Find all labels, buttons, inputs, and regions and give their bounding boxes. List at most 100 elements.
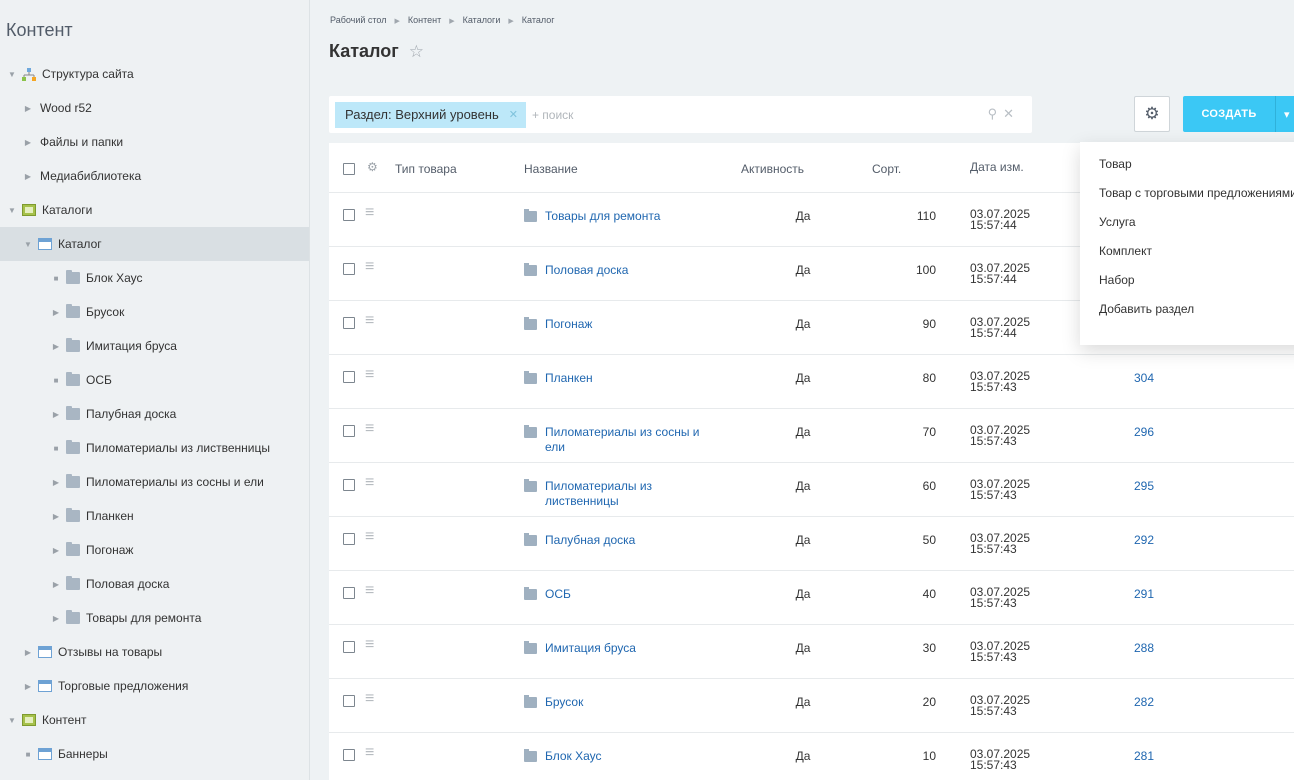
row-name[interactable]: Имитация бруса <box>545 641 636 656</box>
row-name-link[interactable]: Палубная доска <box>524 533 714 548</box>
menu-item[interactable]: Добавить раздел <box>1080 295 1294 324</box>
row-name-link[interactable]: Пиломатериалы из сосны и ели <box>524 425 714 455</box>
chevron-down-icon[interactable]: ▼ <box>6 206 18 215</box>
drag-handle-icon[interactable]: ≡ <box>365 636 374 654</box>
row-id-link[interactable]: 292 <box>1134 533 1154 547</box>
chevron-right-icon[interactable]: ▶ <box>50 410 62 419</box>
sidebar-item[interactable]: ■ ОСБ <box>0 363 309 397</box>
star-icon[interactable]: ☆ <box>409 42 424 62</box>
table-row[interactable]: ≡ Брусок Да 20 03.07.2025 15:57:43 282 <box>329 679 1294 733</box>
clear-icon[interactable]: ✕ <box>1003 106 1020 121</box>
row-name-link[interactable]: Имитация бруса <box>524 641 714 656</box>
sidebar-item[interactable]: ▶ Палубная доска <box>0 397 309 431</box>
settings-button[interactable]: ⚙ <box>1134 96 1170 132</box>
breadcrumb-link[interactable]: Рабочий стол <box>330 15 387 25</box>
create-button[interactable]: СОЗДАТЬ <box>1183 96 1275 132</box>
header-name[interactable]: Название <box>524 162 714 177</box>
table-row[interactable]: ≡ Пиломатериалы из лиственницы Да 60 03.07.2… <box>329 463 1294 517</box>
chevron-right-icon[interactable]: ▶ <box>50 308 62 317</box>
sidebar-item[interactable]: ▶ Отзывы на товары <box>0 635 309 669</box>
header-type[interactable]: Тип товара <box>395 162 457 176</box>
sidebar-item[interactable]: ▼ Структура сайта <box>0 57 309 91</box>
select-all-checkbox[interactable] <box>343 163 355 178</box>
row-checkbox[interactable] <box>343 533 355 548</box>
row-name-link[interactable]: Блок Хаус <box>524 749 714 764</box>
row-name[interactable]: Блок Хаус <box>545 749 602 764</box>
menu-item[interactable]: Комплект <box>1080 237 1294 266</box>
bullet-icon[interactable]: ■ <box>50 444 62 453</box>
sidebar-item[interactable]: ■ Баннеры <box>0 737 309 771</box>
sidebar-item[interactable]: ▼ Каталоги <box>0 193 309 227</box>
breadcrumb-link[interactable]: Каталог <box>522 15 555 25</box>
bullet-icon[interactable]: ■ <box>22 750 34 759</box>
row-checkbox[interactable] <box>343 695 355 710</box>
header-date[interactable]: Дата изм. <box>970 161 1024 173</box>
header-sort[interactable]: Сорт. <box>872 162 901 176</box>
row-checkbox[interactable] <box>343 263 355 278</box>
row-id-link[interactable]: 296 <box>1134 425 1154 439</box>
sidebar-item[interactable]: ▶ Товары для ремонта <box>0 601 309 635</box>
drag-handle-icon[interactable]: ≡ <box>365 690 374 708</box>
chevron-down-icon[interactable]: ▼ <box>6 716 18 725</box>
breadcrumb-link[interactable]: Каталоги <box>463 15 501 25</box>
chevron-right-icon[interactable]: ▶ <box>50 614 62 623</box>
chevron-down-icon[interactable]: ▼ <box>22 240 34 249</box>
drag-handle-icon[interactable]: ≡ <box>365 312 374 330</box>
row-id-link[interactable]: 281 <box>1134 749 1154 763</box>
sidebar-item[interactable]: ▼ Контент <box>0 703 309 737</box>
sidebar-item[interactable]: ■ Блок Хаус <box>0 261 309 295</box>
row-checkbox[interactable] <box>343 317 355 332</box>
sidebar-item[interactable]: ▶ Медиабиблиотека <box>0 159 309 193</box>
chevron-right-icon[interactable]: ▶ <box>50 546 62 555</box>
chevron-right-icon[interactable]: ▶ <box>22 138 34 147</box>
sidebar-item[interactable]: ▶ Планкен <box>0 499 309 533</box>
drag-handle-icon[interactable]: ≡ <box>365 366 374 384</box>
row-name-link[interactable]: Погонаж <box>524 317 714 332</box>
search-icon[interactable]: ⚲ <box>988 106 1004 121</box>
chevron-right-icon[interactable]: ▶ <box>50 342 62 351</box>
bullet-icon[interactable]: ■ <box>50 274 62 283</box>
drag-handle-icon[interactable]: ≡ <box>365 744 374 762</box>
drag-handle-icon[interactable]: ≡ <box>365 582 374 600</box>
drag-handle-icon[interactable]: ≡ <box>365 474 374 492</box>
close-icon[interactable]: ✕ <box>509 108 518 121</box>
sidebar-item[interactable]: ▶ Погонаж <box>0 533 309 567</box>
table-row[interactable]: ≡ Палубная доска Да 50 03.07.2025 15:57:43 292 <box>329 517 1294 571</box>
row-name[interactable]: Погонаж <box>545 317 592 332</box>
row-name[interactable]: Половая доска <box>545 263 628 278</box>
row-checkbox[interactable] <box>343 209 355 224</box>
sidebar-item[interactable]: ■Документы <box>0 771 309 780</box>
row-id-link[interactable]: 288 <box>1134 641 1154 655</box>
menu-item[interactable]: Товар <box>1080 150 1294 179</box>
sidebar-item[interactable]: ▶ Имитация бруса <box>0 329 309 363</box>
sidebar-item[interactable]: ▶ Файлы и папки <box>0 125 309 159</box>
row-name-link[interactable]: ОСБ <box>524 587 714 602</box>
row-name[interactable]: Планкен <box>545 371 593 386</box>
row-id-link[interactable]: 304 <box>1134 371 1154 385</box>
sidebar-item[interactable]: ▶ Половая доска <box>0 567 309 601</box>
row-name[interactable]: Брусок <box>545 695 583 710</box>
chevron-down-icon[interactable]: ▼ <box>6 70 18 79</box>
row-id-link[interactable]: 295 <box>1134 479 1154 493</box>
sidebar-item[interactable]: ▶ Торговые предложения <box>0 669 309 703</box>
row-checkbox[interactable] <box>343 587 355 602</box>
row-checkbox[interactable] <box>343 749 355 764</box>
row-name-link[interactable]: Товары для ремонта <box>524 209 714 224</box>
menu-item[interactable]: Набор <box>1080 266 1294 295</box>
table-row[interactable]: ≡ Имитация бруса Да 30 03.07.2025 15:57:43 288 <box>329 625 1294 679</box>
row-name[interactable]: Пиломатериалы из сосны и ели <box>545 425 714 455</box>
chevron-right-icon[interactable]: ▶ <box>22 648 34 657</box>
row-name[interactable]: Товары для ремонта <box>545 209 660 224</box>
chevron-right-icon[interactable]: ▶ <box>50 580 62 589</box>
row-id-link[interactable]: 291 <box>1134 587 1154 601</box>
table-row[interactable]: ≡ ОСБ Да 40 03.07.2025 15:57:43 291 <box>329 571 1294 625</box>
chevron-right-icon[interactable]: ▶ <box>50 512 62 521</box>
row-name[interactable]: Палубная доска <box>545 533 635 548</box>
table-row[interactable]: ≡ Блок Хаус Да 10 03.07.2025 15:57:43 281 <box>329 733 1294 780</box>
row-name-link[interactable]: Брусок <box>524 695 714 710</box>
table-row[interactable]: ≡ Планкен Да 80 03.07.2025 15:57:43 304 <box>329 355 1294 409</box>
row-name[interactable]: Пиломатериалы из лиственницы <box>545 479 714 509</box>
row-name-link[interactable]: Половая доска <box>524 263 714 278</box>
drag-handle-icon[interactable]: ≡ <box>365 420 374 438</box>
row-checkbox[interactable] <box>343 641 355 656</box>
